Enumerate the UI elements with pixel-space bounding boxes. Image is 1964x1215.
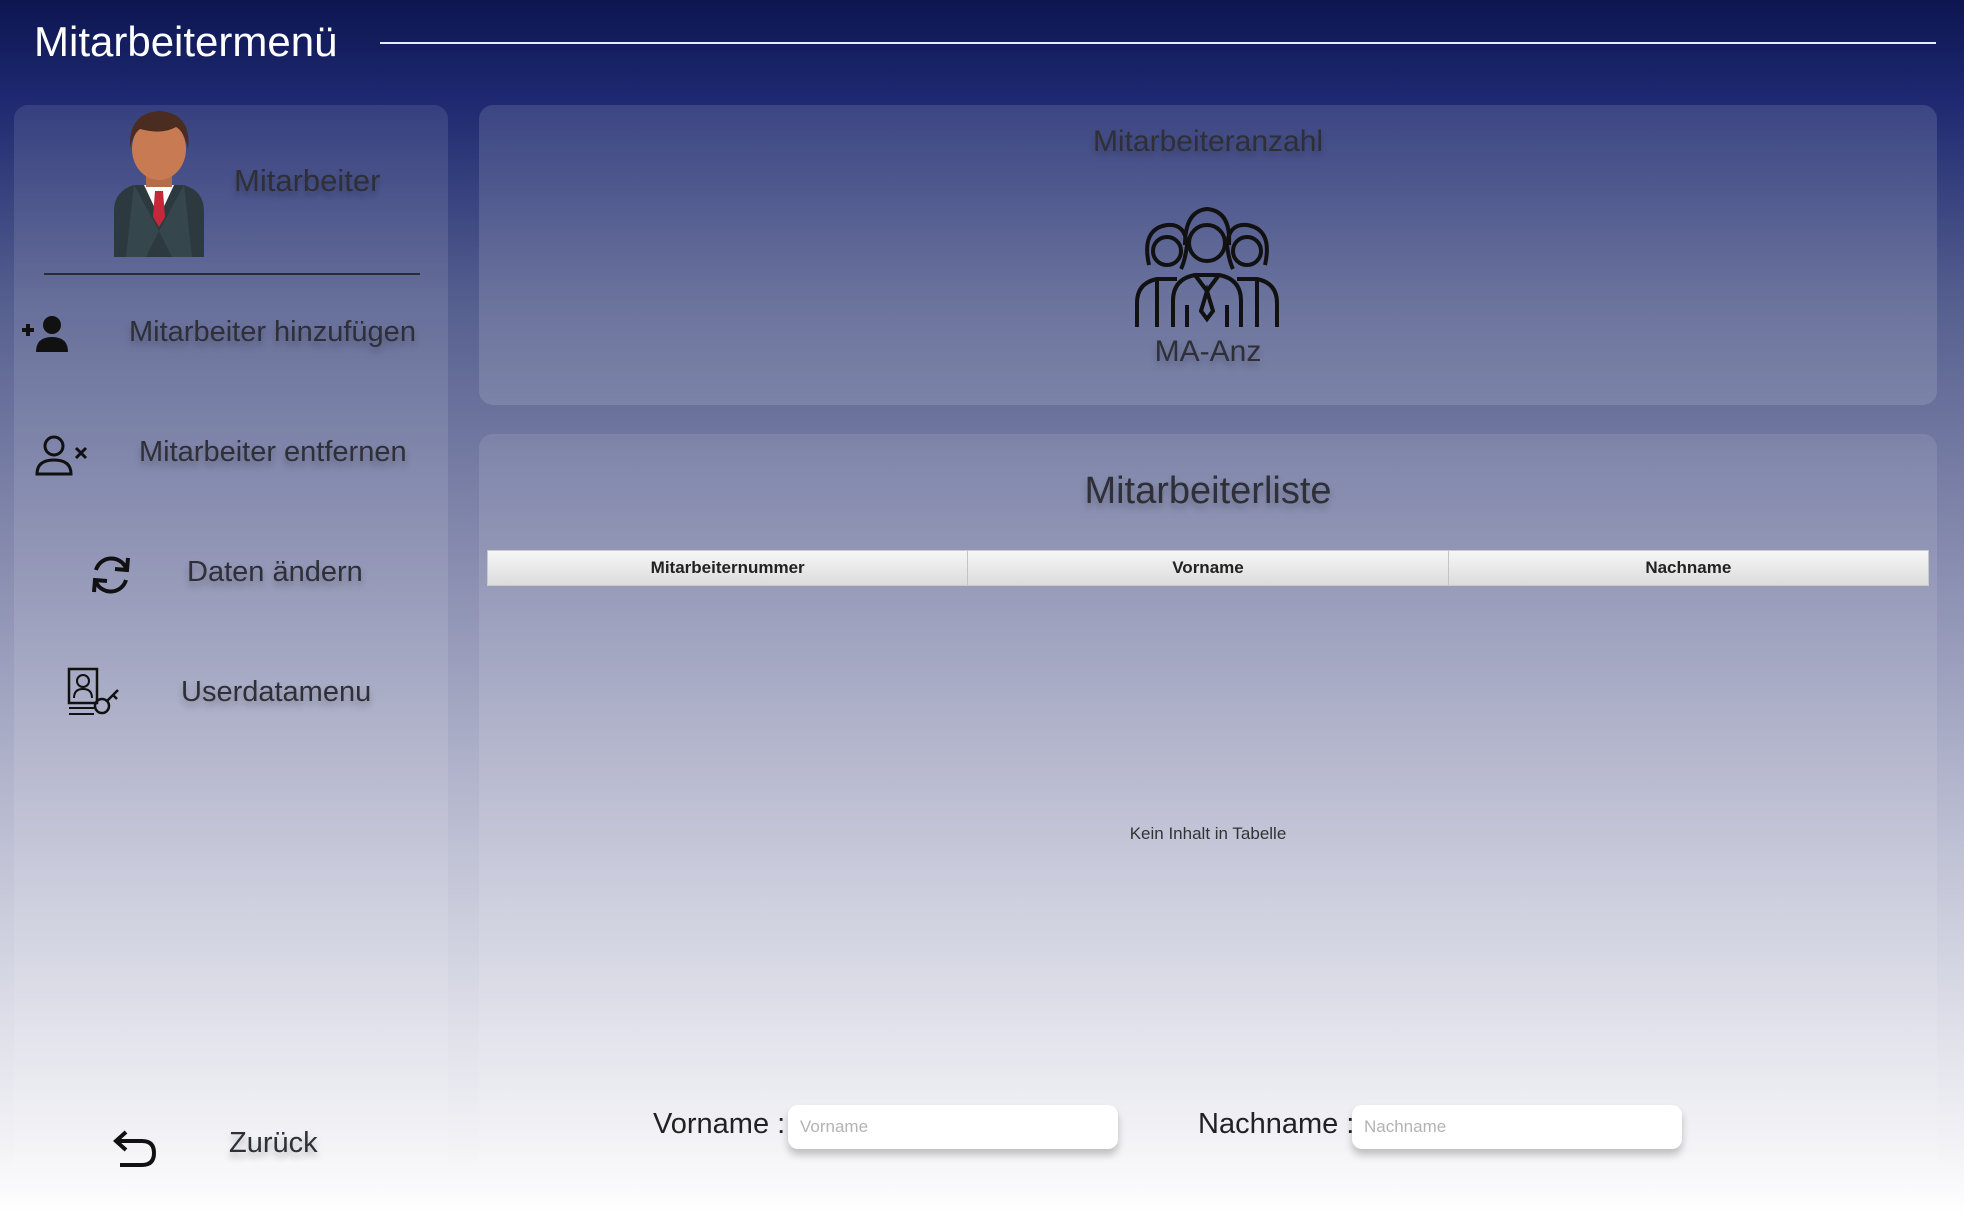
list-title: Mitarbeiterliste <box>1084 470 1332 512</box>
sidebar-divider <box>44 273 420 275</box>
sidebar-item-userdatamenu[interactable]: Userdatamenu <box>14 652 448 738</box>
sidebar-item-change-data[interactable]: Daten ändern <box>14 532 448 618</box>
user-key-icon <box>67 667 119 715</box>
sidebar-item-label: Userdatamenu <box>181 676 372 708</box>
title-divider <box>380 42 1936 44</box>
team-icon <box>1135 206 1279 327</box>
user-role-label: Mitarbeiter <box>234 163 381 198</box>
firstname-filter-input[interactable] <box>788 1105 1118 1149</box>
sidebar-item-remove-employee[interactable]: Mitarbeiter entfernen <box>14 412 448 498</box>
refresh-icon <box>92 556 130 594</box>
sidebar-item-add-employee[interactable]: Mitarbeiter hinzufügen <box>14 292 448 378</box>
column-header-firstname[interactable]: Vorname <box>968 551 1449 585</box>
window-title: Mitarbeitermenü <box>34 18 338 65</box>
firstname-filter-label: Vorname : <box>653 1108 786 1140</box>
undo-arrow-icon <box>113 1130 157 1167</box>
add-user-icon <box>22 316 68 352</box>
count-title: Mitarbeiteranzahl <box>1092 125 1324 158</box>
lastname-filter-label: Nachname : <box>1198 1108 1355 1140</box>
employee-table[interactable]: Mitarbeiternummer Vorname Nachname Kein … <box>487 550 1929 1110</box>
employee-avatar-icon <box>114 111 204 257</box>
back-label: Zurück <box>229 1127 318 1159</box>
title-bar: Mitarbeitermenü <box>0 0 1964 90</box>
employee-count-panel: Mitarbeiteranzahl MA-Anz <box>479 105 1937 405</box>
empty-table-message: Kein Inhalt in Tabelle <box>1129 824 1287 843</box>
sidebar: Mitarbeiter Mitarbeiter hinzufügen Mitar… <box>14 105 448 1205</box>
table-header: Mitarbeiternummer Vorname Nachname <box>487 550 1929 586</box>
lastname-filter-input[interactable] <box>1352 1105 1682 1149</box>
column-header-lastname[interactable]: Nachname <box>1449 551 1928 585</box>
remove-user-icon <box>35 435 88 476</box>
sidebar-item-label: Mitarbeiter hinzufügen <box>129 316 416 348</box>
sidebar-item-label: Daten ändern <box>187 556 363 588</box>
employee-list-panel: Mitarbeiterliste Mitarbeiternummer Vorna… <box>479 434 1937 1215</box>
sidebar-item-label: Mitarbeiter entfernen <box>139 436 407 468</box>
back-button[interactable]: Zurück <box>14 1105 448 1191</box>
employee-count-value: MA-Anz <box>1154 335 1262 368</box>
column-header-number[interactable]: Mitarbeiternummer <box>488 551 969 585</box>
